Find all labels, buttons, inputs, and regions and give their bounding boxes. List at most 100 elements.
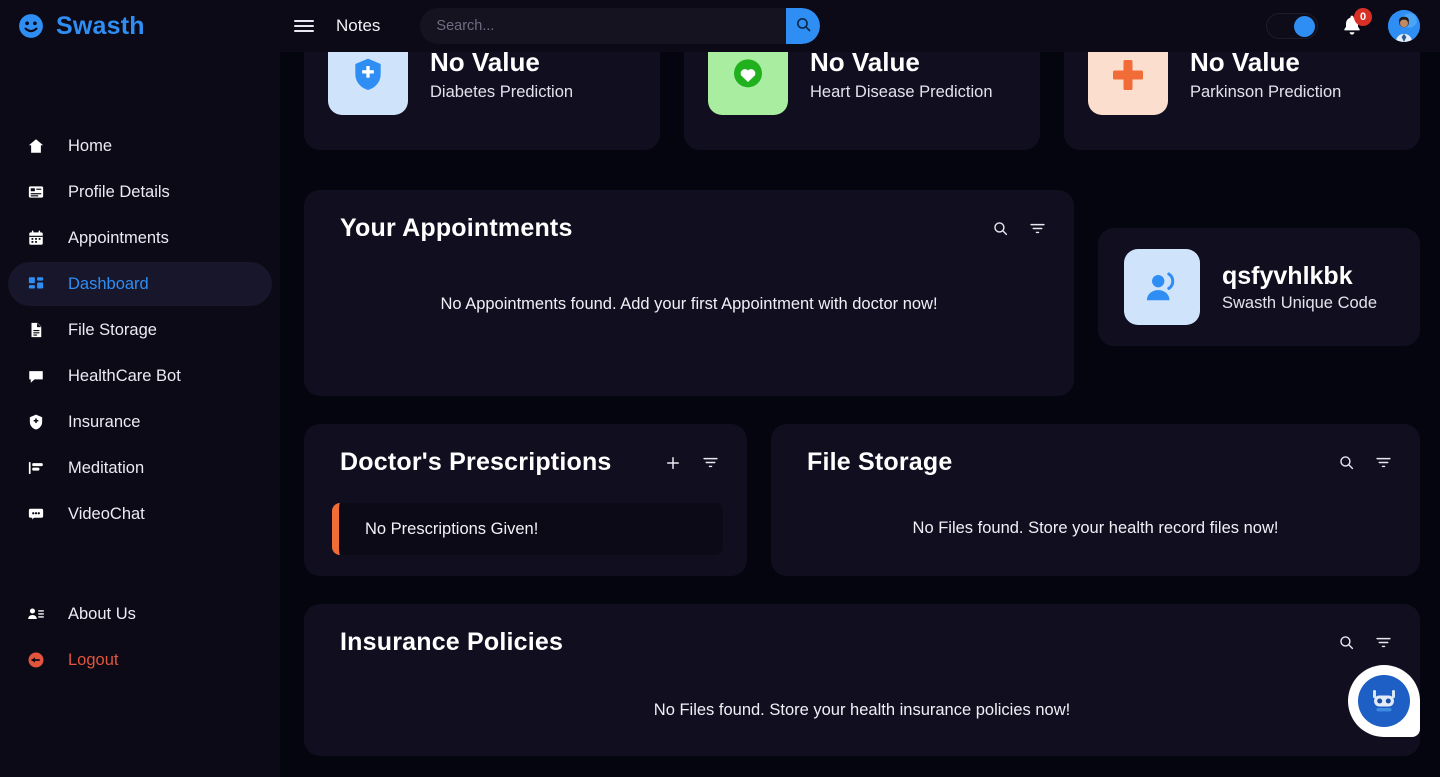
- unique-code-value: qsfyvhlkbk: [1222, 261, 1353, 290]
- sidebar-item-label: Dashboard: [68, 274, 149, 293]
- brand-name: Swasth: [56, 11, 145, 40]
- sidebar-item-label: VideoChat: [68, 504, 145, 523]
- stat-label: Parkinson Prediction: [1190, 83, 1342, 102]
- search-icon[interactable]: [992, 220, 1009, 237]
- appointments-empty-message: No Appointments found. Add your first Ap…: [440, 295, 938, 313]
- about-icon: [26, 605, 46, 623]
- insurance-title: Insurance Policies: [340, 628, 564, 656]
- chatbot-robot-icon: [1348, 665, 1420, 737]
- stat-text-group: No Value Parkinson Prediction: [1190, 52, 1341, 102]
- sidebar-item-file-storage[interactable]: File Storage: [8, 308, 272, 352]
- sidebar-item-label: HealthCare Bot: [68, 366, 181, 385]
- shield-icon: [26, 413, 46, 431]
- prescriptions-actions: [664, 454, 719, 472]
- filter-icon[interactable]: [702, 454, 719, 471]
- top-bar: Swasth Notes Search... 0: [0, 0, 1440, 52]
- avatar[interactable]: [1388, 10, 1420, 42]
- notifications-button[interactable]: 0: [1340, 8, 1372, 42]
- search-icon: [795, 16, 812, 36]
- stat-text-group: No Value Diabetes Prediction: [430, 52, 573, 102]
- chatbot-button[interactable]: [1348, 665, 1420, 743]
- appointments-actions: [992, 220, 1046, 237]
- heart-icon: [708, 52, 788, 115]
- unique-code-text-group: qsfyvhlkbk Swasth Unique Code: [1222, 262, 1377, 313]
- sidebar-item-home[interactable]: Home: [8, 124, 272, 168]
- stat-card-parkinson[interactable]: No Value Parkinson Prediction: [1064, 52, 1420, 150]
- file-storage-empty-message: No Files found. Store your health record…: [912, 519, 1279, 537]
- file-storage-header: File Storage: [771, 424, 1420, 477]
- dashboard-icon: [26, 275, 46, 293]
- sidebar-item-label: Meditation: [68, 458, 145, 477]
- prediction-stats-row: No Value Diabetes Prediction No Value He…: [304, 52, 1420, 150]
- meditation-icon: [26, 459, 46, 477]
- document-icon: [26, 321, 46, 339]
- stat-text-group: No Value Heart Disease Prediction: [810, 52, 993, 102]
- top-bar-left-group: Notes: [280, 8, 821, 44]
- filter-icon[interactable]: [1029, 220, 1046, 237]
- filter-icon[interactable]: [1375, 454, 1392, 471]
- sidebar-item-about-us[interactable]: About Us: [8, 592, 272, 636]
- appointments-card: Your Appointments No Appointments found.…: [304, 190, 1074, 396]
- unique-code-card[interactable]: qsfyvhlkbk Swasth Unique Code: [1098, 228, 1420, 346]
- bell-icon: [1340, 15, 1364, 42]
- sidebar-item-label: Profile Details: [68, 182, 170, 201]
- file-storage-actions: [1338, 454, 1392, 471]
- sidebar-item-label: File Storage: [68, 320, 157, 339]
- sidebar: Home Profile Details Appointments Dashbo…: [0, 52, 280, 777]
- plus-icon[interactable]: [664, 454, 682, 472]
- sidebar-item-dashboard[interactable]: Dashboard: [8, 262, 272, 306]
- theme-toggle[interactable]: [1266, 13, 1318, 39]
- filter-icon[interactable]: [1375, 634, 1392, 651]
- prescriptions-filestorage-row: Doctor's Prescriptions No Prescriptions …: [304, 424, 1420, 576]
- profile-icon: [26, 183, 46, 201]
- sidebar-item-videochat[interactable]: VideoChat: [8, 492, 272, 536]
- prescriptions-empty-message: No Prescriptions Given!: [365, 519, 539, 538]
- file-storage-card: File Storage No Files found. Store your …: [771, 424, 1420, 576]
- notification-count-badge: 0: [1354, 8, 1372, 26]
- stat-value: No Value: [1190, 52, 1300, 77]
- sidebar-item-label: Insurance: [68, 412, 141, 431]
- search-button[interactable]: [786, 8, 821, 44]
- insurance-header: Insurance Policies: [304, 604, 1420, 657]
- sidebar-item-label: Home: [68, 136, 113, 155]
- hamburger-menu-icon[interactable]: [294, 18, 314, 34]
- search-bar: [420, 8, 821, 44]
- notes-link[interactable]: Notes: [330, 16, 386, 36]
- sidebar-item-profile-details[interactable]: Profile Details: [8, 170, 272, 214]
- insurance-actions: [1338, 634, 1392, 651]
- logout-icon: [26, 651, 46, 669]
- file-storage-title: File Storage: [807, 448, 953, 476]
- search-icon[interactable]: [1338, 634, 1355, 651]
- sidebar-item-healthcare-bot[interactable]: HealthCare Bot: [8, 354, 272, 398]
- sidebar-item-logout[interactable]: Logout: [8, 638, 272, 682]
- sidebar-item-insurance[interactable]: Insurance: [8, 400, 272, 444]
- home-icon: [26, 137, 46, 155]
- search-icon[interactable]: [1338, 454, 1355, 471]
- calendar-icon: [26, 229, 46, 247]
- insurance-card: Insurance Policies No Files found. Store…: [304, 604, 1420, 756]
- prescriptions-header: Doctor's Prescriptions: [304, 424, 747, 477]
- stat-value: No Value: [810, 52, 920, 77]
- chat-icon: [26, 367, 46, 385]
- stat-card-heart-disease[interactable]: No Value Heart Disease Prediction: [684, 52, 1040, 150]
- search-input[interactable]: [420, 8, 787, 44]
- toggle-knob: [1294, 16, 1315, 37]
- stat-label: Heart Disease Prediction: [810, 83, 993, 102]
- stat-card-diabetes[interactable]: No Value Diabetes Prediction: [304, 52, 660, 150]
- appointments-header: Your Appointments: [304, 190, 1074, 243]
- stat-label: Diabetes Prediction: [430, 83, 574, 102]
- sidebar-item-label: Appointments: [68, 228, 169, 247]
- sidebar-item-appointments[interactable]: Appointments: [8, 216, 272, 260]
- main-content: No Value Diabetes Prediction No Value He…: [280, 52, 1440, 777]
- smiley-face-icon: [18, 13, 44, 39]
- top-bar-right-group: 0: [1266, 8, 1440, 42]
- insurance-empty-message: No Files found. Store your health insura…: [653, 701, 1071, 719]
- brand-logo[interactable]: Swasth: [0, 0, 280, 52]
- sidebar-item-meditation[interactable]: Meditation: [8, 446, 272, 490]
- chatbot-avatar: [1358, 675, 1410, 727]
- sidebar-item-label: About Us: [68, 604, 136, 623]
- sidebar-item-label: Logout: [68, 650, 119, 669]
- appointments-row: Your Appointments No Appointments found.…: [304, 190, 1420, 396]
- people-icon: [1124, 249, 1200, 325]
